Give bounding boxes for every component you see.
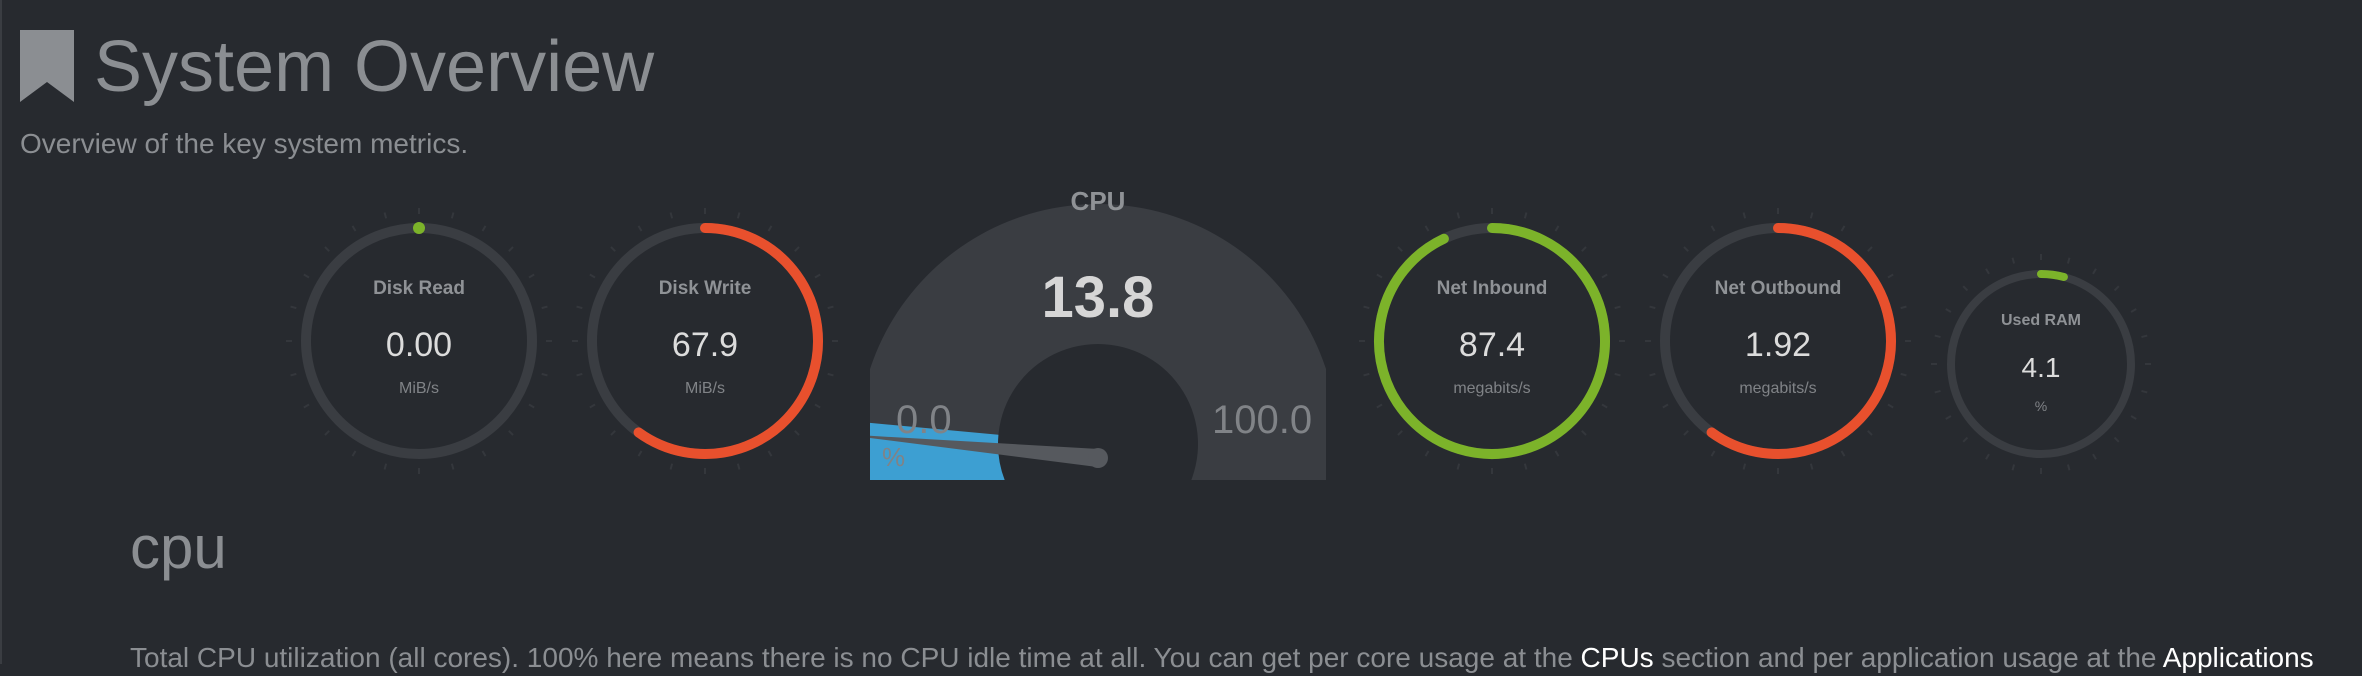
page-title: System Overview xyxy=(94,27,655,107)
disk-read-unit: MiB/s xyxy=(399,380,439,397)
cpu-gauge-max: 100.0 xyxy=(1212,398,1313,442)
page-subtitle: Overview of the key system metrics. xyxy=(20,128,469,159)
net-inbound-unit: megabits/s xyxy=(1453,380,1531,397)
net-outbound-gauge[interactable]: Net Outbound 1.92 megabits/s xyxy=(1643,206,1913,476)
disk-write-gauge[interactable]: Disk Write 67.9 MiB/s xyxy=(570,206,840,476)
disk-write-unit: MiB/s xyxy=(685,380,725,397)
net-outbound-unit: megabits/s xyxy=(1739,380,1817,397)
cpu-gauge-title: CPU xyxy=(1070,186,1126,216)
cpu-gauge-value: 13.8 xyxy=(1041,265,1155,330)
used-ram-gauge[interactable]: Used RAM 4.1 % xyxy=(1931,254,2151,474)
net-outbound-value: 1.92 xyxy=(1744,326,1812,364)
disk-read-label: Disk Read xyxy=(373,278,465,299)
section-description: Total CPU utilization (all cores). 100% … xyxy=(130,640,2314,676)
disk-read-value: 0.00 xyxy=(385,326,453,364)
section-description-text-2: section and per application usage at the xyxy=(1653,642,2163,673)
net-inbound-value: 87.4 xyxy=(1458,326,1526,364)
dashboard-frame: System Overview Overview of the key syst… xyxy=(0,0,2360,673)
used-ram-label: Used RAM xyxy=(2000,312,2081,329)
net-inbound-gauge[interactable]: Net Inbound 87.4 megabits/s xyxy=(1357,206,1627,476)
cpu-gauge-min: 0.0 xyxy=(896,398,952,442)
used-ram-value: 4.1 xyxy=(2021,352,2061,383)
section-description-text: Total CPU utilization (all cores). 100% … xyxy=(130,642,1581,673)
disk-read-gauge[interactable]: Disk Read 0.00 MiB/s xyxy=(284,206,554,476)
net-outbound-label: Net Outbound xyxy=(1714,278,1842,299)
net-inbound-label: Net Inbound xyxy=(1436,278,1548,299)
used-ram-unit: % xyxy=(2034,398,2048,414)
cpu-gauge-unit: % xyxy=(882,442,906,472)
disk-write-value: 67.9 xyxy=(671,326,739,364)
cpu-gauge[interactable]: CPU 13.8 0.0 100.0 % xyxy=(839,180,1338,553)
applications-link[interactable]: Applications xyxy=(2163,642,2314,673)
bookmark-icon[interactable] xyxy=(20,30,74,102)
section-title-cpu: cpu xyxy=(130,514,227,581)
cpus-link[interactable]: CPUs xyxy=(1581,642,1654,673)
disk-write-label: Disk Write xyxy=(658,278,752,299)
